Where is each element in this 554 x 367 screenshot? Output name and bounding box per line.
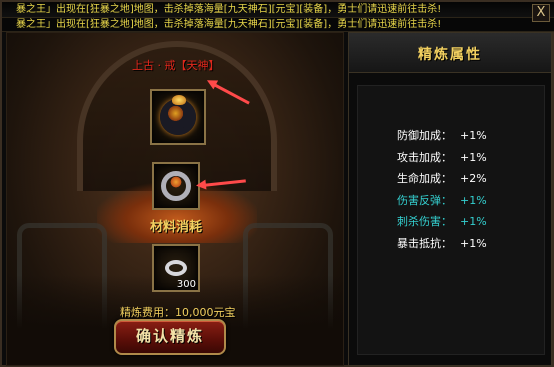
confirm-refine-button[interactable]: 确认精炼	[114, 319, 226, 355]
refine-item-slot[interactable]	[152, 162, 200, 210]
attribute-name: 暴击抵抗：	[397, 236, 452, 250]
attribute-row: 生命加成： +2%	[397, 168, 487, 190]
attribute-value: +1%	[460, 150, 487, 164]
announcement-bar-2: 暴之王」出现在[狂暴之地]地图，击杀掉落海量[九天神石][元宝][装备]，勇士们…	[2, 18, 554, 32]
attribute-name: 攻击加成：	[397, 150, 452, 164]
refine-window: 暴之王」出现在[狂暴之地]地图，击杀掉落海量[九天神石][元宝][装备]，勇士们…	[0, 0, 554, 367]
material-cost-title: 材料消耗	[150, 220, 203, 235]
attribute-value: +2%	[460, 172, 487, 186]
close-button[interactable]: X	[532, 4, 550, 22]
target-item-name: 上古 · 戒【天神】	[132, 59, 220, 72]
attribute-value: +1%	[460, 129, 487, 142]
material-slot[interactable]: 300	[152, 244, 200, 292]
attribute-name: 刺杀伤害：	[397, 215, 452, 229]
refine-attributes-panel: 精炼属性 防御加成： +1% 攻击加成： +1% 生命加成： +2% 伤害反弹： +1%…	[348, 32, 552, 366]
attributes-header: 精炼属性	[349, 33, 551, 73]
attribute-row: 攻击加成： +1%	[397, 147, 487, 169]
announcement-text-2: 暴之王」出现在[狂暴之地]地图，击杀掉落海量[九天神石][元宝][装备]，勇士们…	[16, 19, 442, 30]
refine-fee: 精炼费用：10,000元宝	[120, 306, 236, 319]
announcement-bar: 暴之王」出现在[狂暴之地]地图，击杀掉落海量[九天神石][元宝][装备]，勇士们…	[2, 2, 554, 18]
attributes-title: 精炼属性	[418, 47, 482, 63]
gold-ring-icon	[160, 95, 196, 135]
close-icon: X	[536, 5, 546, 20]
attribute-value: +1%	[460, 236, 487, 250]
attributes-list: 防御加成： +1% 攻击加成： +1% 生命加成： +2% 伤害反弹： +1% 刺杀伤害…	[397, 125, 487, 255]
attribute-row: 防御加成： +1%	[397, 125, 487, 147]
material-count: 300	[176, 279, 196, 290]
announcement-text: 暴之王」出现在[狂暴之地]地图，击杀掉落海量[九天神石][元宝][装备]，勇士们…	[16, 4, 442, 15]
silver-ring-icon	[165, 260, 187, 276]
fire-ring-icon	[161, 171, 191, 201]
attribute-value: +1%	[460, 215, 487, 229]
attribute-name: 伤害反弹：	[397, 193, 452, 207]
attribute-name: 生命加成：	[397, 172, 452, 186]
attribute-value: +1%	[460, 193, 487, 207]
attribute-row: 伤害反弹： +1%	[397, 190, 487, 212]
attribute-name: 防御加成：	[397, 129, 452, 142]
attribute-row: 暴击抵抗： +1%	[397, 233, 487, 255]
target-item-slot[interactable]	[150, 89, 206, 145]
attribute-row: 刺杀伤害： +1%	[397, 211, 487, 233]
